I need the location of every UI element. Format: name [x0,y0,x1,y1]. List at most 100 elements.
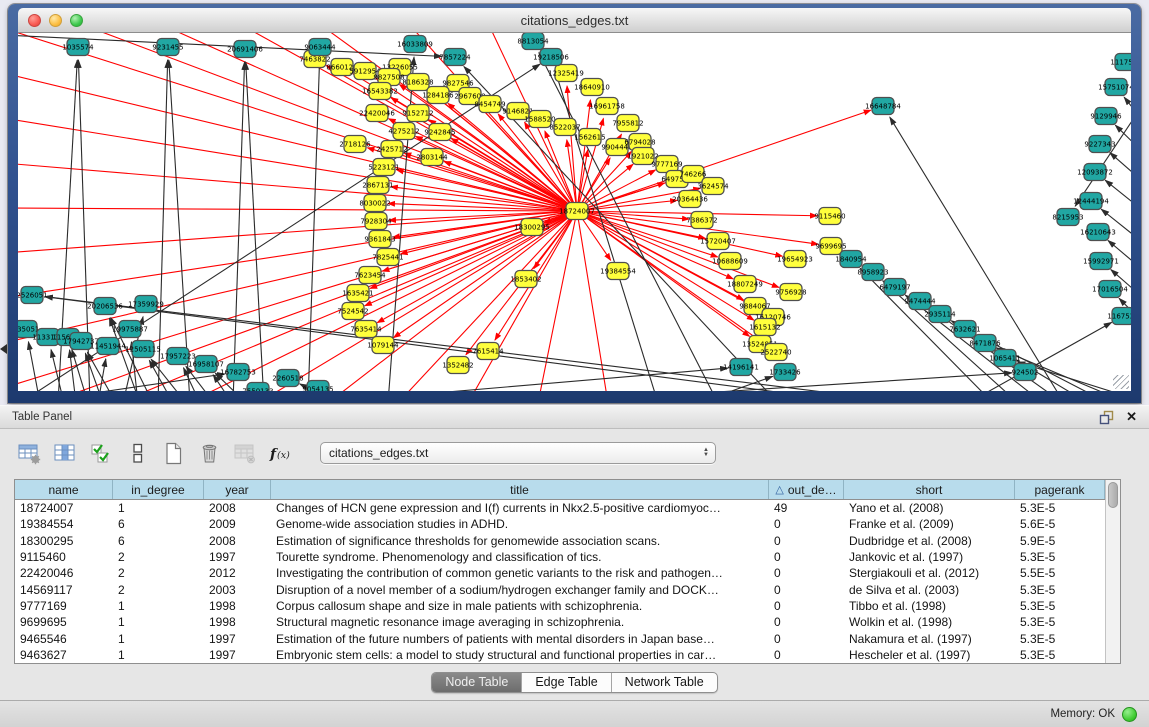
graph-edge[interactable] [318,368,728,391]
column-header-pagerank[interactable]: pagerank [1015,480,1105,499]
graph-node[interactable]: 17359929 [128,296,164,313]
table-cell[interactable]: Wolkin et al. (1998) [844,615,1015,629]
graph-edge[interactable] [18,211,577,343]
graph-node[interactable]: 1635421 [342,285,373,302]
graph-node[interactable]: 12325419 [548,65,584,82]
graph-node[interactable]: 9115460 [814,208,845,225]
tab-network-table[interactable]: Network Table [612,673,717,692]
table-cell[interactable]: 1998 [204,615,271,629]
table-cell[interactable]: 1 [113,615,204,629]
graph-node[interactable]: 8454749 [474,96,505,113]
table-cell[interactable]: 9777169 [15,599,113,613]
network-canvas[interactable]: 1872400774638228660128591295413226055982… [18,33,1131,391]
resize-grip-icon[interactable] [1113,375,1129,389]
graph-node[interactable]: 15992971 [1083,253,1119,270]
function-builder-icon[interactable]: f(x) [268,440,295,467]
table-cell[interactable]: 0 [769,632,844,646]
table-cell[interactable]: 9699695 [15,615,113,629]
table-cell[interactable]: Embryonic stem cells: a model to study s… [271,648,769,662]
table-cell[interactable]: 0 [769,550,844,564]
table-cell[interactable]: 22420046 [15,566,113,580]
graph-node[interactable]: 2718126 [339,136,371,153]
graph-node[interactable]: 924502 [1012,364,1039,381]
table-row[interactable]: 946362711997Embryonic stem cells: a mode… [15,647,1105,663]
table-cell[interactable]: 5.3E-5 [1015,615,1105,629]
table-cell[interactable]: 1 [113,599,204,613]
float-panel-icon[interactable] [1099,410,1116,425]
table-cell[interactable]: 5.5E-5 [1015,566,1105,580]
table-cell[interactable]: 1998 [204,599,271,613]
graph-edge[interactable] [26,374,225,391]
network-graph[interactable]: 1872400774638228660128591295413226055982… [18,33,1131,391]
column-header-out_de[interactable]: △out_de… [769,480,844,499]
table-cell[interactable]: 2008 [204,534,271,548]
graph-node[interactable]: 12093872 [1077,164,1113,181]
table-cell[interactable]: 5.6E-5 [1015,517,1105,531]
table-cell[interactable]: Franke et al. (2009) [844,517,1015,531]
close-button[interactable] [28,14,41,27]
column-header-in_degree[interactable]: in_degree [113,480,204,499]
table-cell[interactable]: 0 [769,615,844,629]
graph-edge[interactable] [883,281,1018,391]
table-cell[interactable]: 5.9E-5 [1015,534,1105,548]
table-cell[interactable]: Genome-wide association studies in ADHD. [271,517,769,531]
graph-node[interactable]: 4275212 [388,123,419,140]
graph-node[interactable]: 7386372 [686,212,717,229]
table-cell[interactable]: 1997 [204,648,271,662]
table-cell[interactable]: 49 [769,501,844,515]
graph-node[interactable]: 15751074 [1098,79,1131,96]
table-row[interactable]: 969969511998Structural magnetic resonanc… [15,614,1105,630]
scrollbar-thumb[interactable] [1108,482,1118,508]
table-cell[interactable]: 2009 [204,517,271,531]
graph-node[interactable]: 9361843 [364,231,395,248]
table-cell[interactable]: 2 [113,566,204,580]
close-panel-icon[interactable]: ✕ [1126,409,1137,425]
table-cell[interactable]: 9465546 [15,632,113,646]
graph-node[interactable]: 14196141 [723,359,759,376]
table-cell[interactable]: 2008 [204,501,271,515]
table-cell[interactable]: 0 [769,534,844,548]
new-table-icon[interactable] [160,440,187,467]
graph-node[interactable]: 12505115 [125,341,161,358]
table-cell[interactable]: 18300295 [15,534,113,548]
table-cell[interactable]: Tibbo et al. (1998) [844,599,1015,613]
graph-node[interactable]: 2935114 [924,306,956,323]
table-row[interactable]: 946554611997Estimation of the future num… [15,630,1105,646]
table-cell[interactable]: 5.3E-5 [1015,599,1105,613]
graph-node[interactable]: 17016504 [1092,281,1128,298]
delete-table-icon[interactable] [196,440,223,467]
graph-node[interactable]: 18640910 [574,79,610,96]
table-cell[interactable]: Estimation of the future numbers of pati… [271,632,769,646]
graph-edge[interactable] [18,33,577,211]
graph-node[interactable]: 1167533 [1107,308,1131,325]
table-selector-dropdown[interactable]: citations_edges.txt▲▼ [320,442,716,464]
graph-edge[interactable] [246,62,264,391]
table-cell[interactable]: 0 [769,648,844,662]
window-titlebar[interactable]: citations_edges.txt [18,8,1131,33]
table-cell[interactable]: 2012 [204,566,271,580]
splitter-collapse-arrow-icon[interactable] [0,344,7,354]
graph-node[interactable]: 8471876 [969,335,1001,352]
graph-node[interactable]: 8215953 [1052,209,1083,226]
graph-node[interactable]: 15720407 [700,233,736,250]
table-cell[interactable]: 5.3E-5 [1015,632,1105,646]
graph-node[interactable]: 3624574 [697,178,729,195]
graph-node[interactable]: 20206536 [87,298,123,315]
select-rows-icon[interactable] [88,440,115,467]
column-header-short[interactable]: short [844,480,1015,499]
graph-node[interactable]: 6479197 [879,279,910,296]
table-cell[interactable]: Corpus callosum shape and size in male p… [271,599,769,613]
show-columns-icon[interactable] [52,440,79,467]
graph-node[interactable]: 8030022 [359,195,390,212]
graph-node[interactable]: 9152712 [402,105,433,122]
graph-node[interactable]: 5223121 [368,159,399,176]
graph-node[interactable]: 16648784 [865,98,901,115]
table-cell[interactable]: 6 [113,534,204,548]
tab-node-table[interactable]: Node Table [432,673,522,692]
memory-status-indicator[interactable] [1122,707,1137,722]
table-cell[interactable]: 1 [113,632,204,646]
graph-node[interactable]: 16033809 [397,36,433,53]
table-settings-icon[interactable] [16,440,43,467]
table-cell[interactable]: Stergiakouli et al. (2012) [844,566,1015,580]
graph-node[interactable]: 9231455 [152,39,183,56]
